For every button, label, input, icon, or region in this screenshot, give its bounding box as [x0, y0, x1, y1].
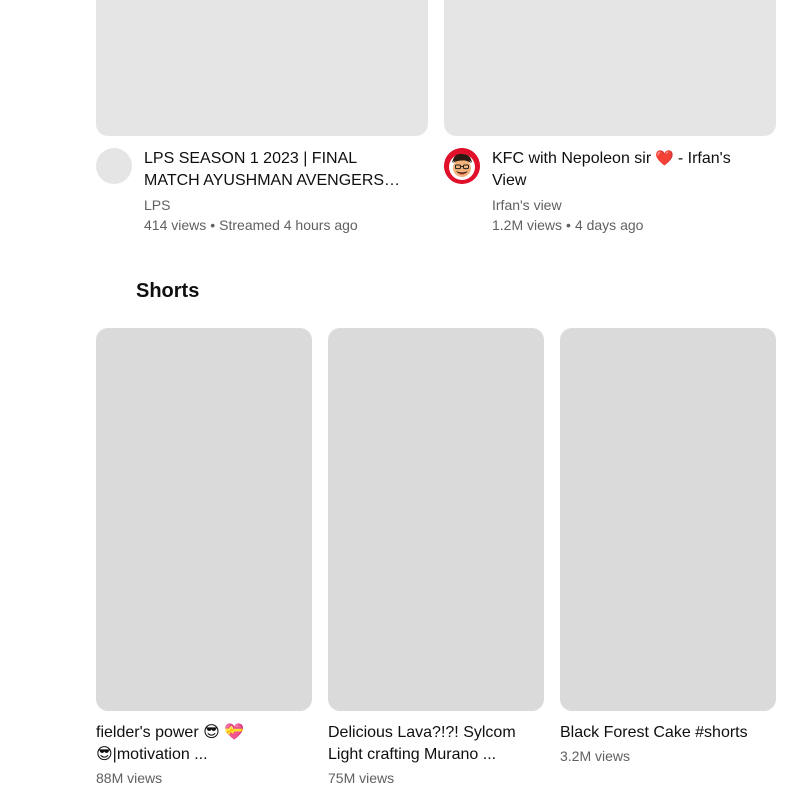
channel-avatar[interactable]: [444, 148, 480, 184]
short-views: 3.2M views: [560, 748, 631, 764]
shorts-section-title: Shorts: [136, 280, 200, 302]
short-views: 88M views: [96, 770, 163, 786]
short-thumbnail[interactable]: [96, 328, 312, 711]
video-thumbnail[interactable]: [444, 0, 776, 136]
channel-name[interactable]: Irfan's view: [492, 195, 752, 215]
irfan-avatar-icon: [444, 148, 480, 184]
video-meta: LPS SEASON 1 2023 | FINAL MATCH AYUSHMAN…: [96, 148, 428, 235]
video-stats: 1.2M views • 4 days ago: [492, 215, 752, 235]
short-title[interactable]: Black Forest Cake #shorts: [560, 722, 776, 744]
video-title[interactable]: KFC with Nepoleon sir ❤️ - Irfan's View: [492, 148, 752, 192]
separator-dot: •: [210, 217, 216, 233]
video-thumbnail[interactable]: [96, 0, 428, 136]
video-card[interactable]: KFC with Nepoleon sir ❤️ - Irfan's View Ir…: [444, 0, 776, 235]
short-card[interactable]: Black Forest Cake #shorts 3.2M views: [560, 328, 776, 766]
video-meta: KFC with Nepoleon sir ❤️ - Irfan's View Ir…: [444, 148, 776, 235]
video-title[interactable]: LPS SEASON 1 2023 | FINAL MATCH AYUSHMAN…: [144, 148, 404, 192]
short-title[interactable]: fielder's power 😎 💝 😎|motivation ...: [96, 722, 312, 766]
heart-emoji-icon: ❤️: [655, 150, 674, 167]
short-views: 75M views: [328, 770, 395, 786]
channel-name[interactable]: LPS: [144, 195, 404, 215]
view-count: 414 views: [144, 217, 207, 233]
video-text: KFC with Nepoleon sir ❤️ - Irfan's View Ir…: [492, 148, 776, 235]
upload-age: Streamed 4 hours ago: [219, 217, 358, 233]
upload-age: 4 days ago: [574, 217, 644, 233]
channel-avatar[interactable]: [96, 148, 132, 184]
short-thumbnail[interactable]: [560, 328, 776, 711]
short-card[interactable]: fielder's power 😎 💝 😎|motivation ... 88M…: [96, 328, 312, 788]
view-count: 1.2M views: [492, 217, 563, 233]
short-thumbnail[interactable]: [328, 328, 544, 711]
video-stats: 414 views • Streamed 4 hours ago: [144, 215, 404, 235]
video-title-text: KFC with Nepoleon sir: [492, 150, 652, 167]
separator-dot: •: [566, 217, 571, 233]
short-card[interactable]: Delicious Lava?!?! Sylcom Light crafting…: [328, 328, 544, 788]
video-card[interactable]: LPS SEASON 1 2023 | FINAL MATCH AYUSHMAN…: [96, 0, 428, 235]
video-text: LPS SEASON 1 2023 | FINAL MATCH AYUSHMAN…: [144, 148, 428, 235]
short-title[interactable]: Delicious Lava?!?! Sylcom Light crafting…: [328, 722, 544, 766]
page: LPS SEASON 1 2023 | FINAL MATCH AYUSHMAN…: [0, 0, 800, 800]
